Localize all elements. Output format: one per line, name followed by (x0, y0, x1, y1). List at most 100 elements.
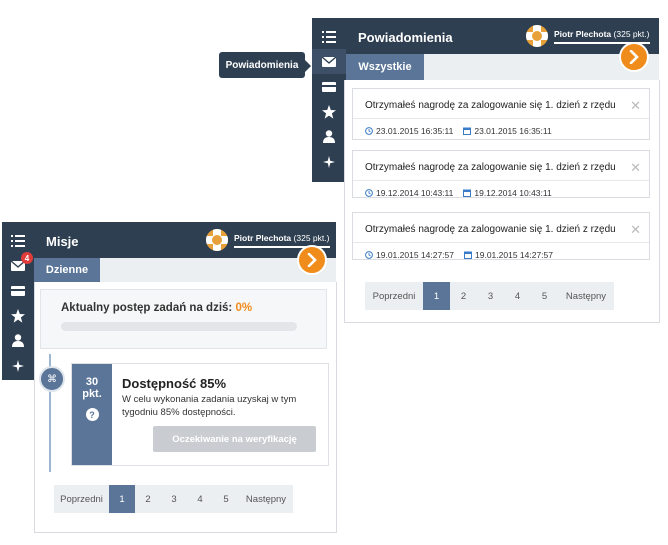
user-name: Piotr Plechota (234, 232, 292, 243)
timeline-node: ⌘ (39, 366, 65, 392)
person-icon[interactable] (312, 124, 346, 149)
pager-page-2[interactable]: 2 (450, 282, 477, 310)
close-icon[interactable]: ✕ (630, 222, 641, 238)
notifications-header: Powiadomienia Piotr Plechota (325 pkt.) (346, 18, 659, 54)
calendar-icon (464, 251, 472, 259)
time-text: 19.01.2015 14:27:57 (376, 250, 454, 260)
pager-page-3[interactable]: 3 (477, 282, 504, 310)
progress-label: Aktualny postęp zadań na dziś: (61, 302, 233, 314)
card-icon[interactable] (2, 278, 34, 303)
next-arrow-button[interactable] (619, 42, 649, 72)
envelope-icon[interactable]: 4 (2, 252, 34, 278)
progress-track (61, 322, 297, 331)
notifications-body: Otrzymałeś nagrodę za zalogowanie się 1.… (344, 80, 660, 323)
divider (353, 180, 649, 181)
pager-page-2[interactable]: 2 (135, 485, 161, 513)
notifications-tabbar: Wszystkie (346, 54, 659, 80)
missions-tabbar: Dzienne (34, 258, 336, 282)
tab-dzienne[interactable]: Dzienne (34, 258, 100, 282)
pager-prev[interactable]: Poprzedni (365, 282, 423, 310)
points-unit: pkt. (82, 388, 102, 400)
page-title: Powiadomienia (358, 30, 453, 45)
notification-item[interactable]: Otrzymałeś nagrodę za zalogowanie się 1.… (352, 212, 650, 260)
star-icon[interactable] (2, 303, 34, 328)
card-icon[interactable] (312, 74, 346, 99)
tab-wszystkie[interactable]: Wszystkie (346, 54, 424, 80)
help-icon[interactable]: ? (85, 408, 99, 421)
avatar[interactable] (206, 229, 228, 251)
calendar-icon (463, 189, 472, 197)
notification-message: Otrzymałeś nagrodę za zalogowanie się 1.… (365, 162, 616, 173)
notifications-pager: Poprzedni 1 2 3 4 5 Następny (365, 282, 614, 310)
user-name: Piotr Plechota (554, 28, 612, 39)
date-text: 19.01.2015 14:27:57 (475, 250, 553, 260)
notification-time: 19.12.2014 10:43:11 (365, 188, 453, 198)
points-value: 30 (85, 376, 99, 388)
envelope-icon[interactable] (312, 49, 346, 74)
chevron-right-icon (307, 253, 317, 267)
user-points: (325 pkt.) (613, 28, 650, 39)
mission-points-column: 30 pkt. ? (72, 364, 112, 465)
pager-page-1[interactable]: 1 (423, 282, 450, 310)
unread-badge: 4 (21, 252, 33, 264)
notification-time: 23.01.2015 16:35:11 (365, 126, 453, 136)
notification-time: 19.01.2015 14:27:57 (365, 250, 454, 260)
calendar-icon (463, 127, 472, 135)
chevron-right-icon (629, 50, 639, 64)
notification-dates: 19.01.2015 14:27:57 19.01.2015 14:27:57 (365, 250, 553, 260)
pager-next[interactable]: Następny (558, 282, 614, 310)
divider (353, 118, 649, 119)
notification-item[interactable]: Otrzymałeś nagrodę za zalogowanie się 1.… (352, 150, 650, 198)
pager-page-4[interactable]: 4 (504, 282, 531, 310)
notification-date: 19.01.2015 14:27:57 (464, 250, 553, 260)
time-text: 19.12.2014 10:43:11 (376, 188, 454, 198)
notification-item[interactable]: Otrzymałeś nagrodę za zalogowanie się 1.… (352, 88, 650, 140)
notification-date: 19.12.2014 10:43:11 (463, 188, 552, 198)
pager-next[interactable]: Następny (239, 485, 293, 513)
star-icon[interactable] (312, 99, 346, 124)
notifications-tooltip: Powiadomienia (219, 52, 311, 78)
pager-page-5[interactable]: 5 (213, 485, 239, 513)
date-text: 23.01.2015 16:35:11 (474, 126, 552, 136)
user-points: (325 pkt.) (293, 232, 330, 243)
missions-rail: 4 (2, 222, 34, 380)
pager-page-1[interactable]: 1 (109, 485, 135, 513)
clock-icon (365, 251, 373, 259)
page-title: Misje (46, 234, 79, 249)
notification-date: 23.01.2015 16:35:11 (463, 126, 552, 136)
mission-title: Dostępność 85% (122, 376, 227, 391)
button-label: Oczekiwanie na weryfikację (172, 433, 297, 445)
sparkle-icon[interactable] (312, 149, 346, 174)
avatar[interactable] (526, 25, 548, 47)
pager-page-3[interactable]: 3 (161, 485, 187, 513)
notifications-rail (312, 18, 346, 182)
notification-dates: 19.12.2014 10:43:11 19.12.2014 10:43:11 (365, 188, 552, 198)
notification-message: Otrzymałeś nagrodę za zalogowanie się 1.… (365, 100, 616, 111)
command-icon: ⌘ (47, 373, 57, 385)
sparkle-icon[interactable] (2, 353, 34, 378)
clock-icon (365, 189, 373, 197)
list-icon[interactable] (2, 228, 34, 253)
tooltip-label: Powiadomienia (225, 59, 299, 71)
next-arrow-button[interactable] (297, 245, 327, 275)
tab-label: Dzienne (45, 264, 89, 276)
missions-header: Misje Piotr Plechota (325 pkt.) (34, 222, 336, 258)
list-icon[interactable] (312, 24, 346, 49)
notification-message: Otrzymałeś nagrodę za zalogowanie się 1.… (365, 224, 616, 235)
pager-page-4[interactable]: 4 (187, 485, 213, 513)
daily-progress-box: Aktualny postęp zadań na dziś: 0% (40, 289, 327, 349)
close-icon[interactable]: ✕ (630, 98, 641, 114)
pager-prev[interactable]: Poprzedni (54, 485, 109, 513)
pager-page-5[interactable]: 5 (531, 282, 558, 310)
missions-pager: Poprzedni 1 2 3 4 5 Następny (54, 485, 293, 513)
mission-description: W celu wykonania zadania uzyskaj w tym t… (122, 394, 297, 418)
clock-icon (365, 127, 373, 135)
help-glyph: ? (89, 409, 95, 420)
time-text: 23.01.2015 16:35:11 (376, 126, 454, 136)
tab-label: Wszystkie (358, 61, 412, 73)
progress-value: 0% (235, 302, 253, 314)
close-icon[interactable]: ✕ (630, 160, 641, 176)
awaiting-verification-button[interactable]: Oczekiwanie na weryfikację (153, 426, 316, 452)
person-icon[interactable] (2, 328, 34, 353)
notification-dates: 23.01.2015 16:35:11 23.01.2015 16:35:11 (365, 126, 552, 136)
